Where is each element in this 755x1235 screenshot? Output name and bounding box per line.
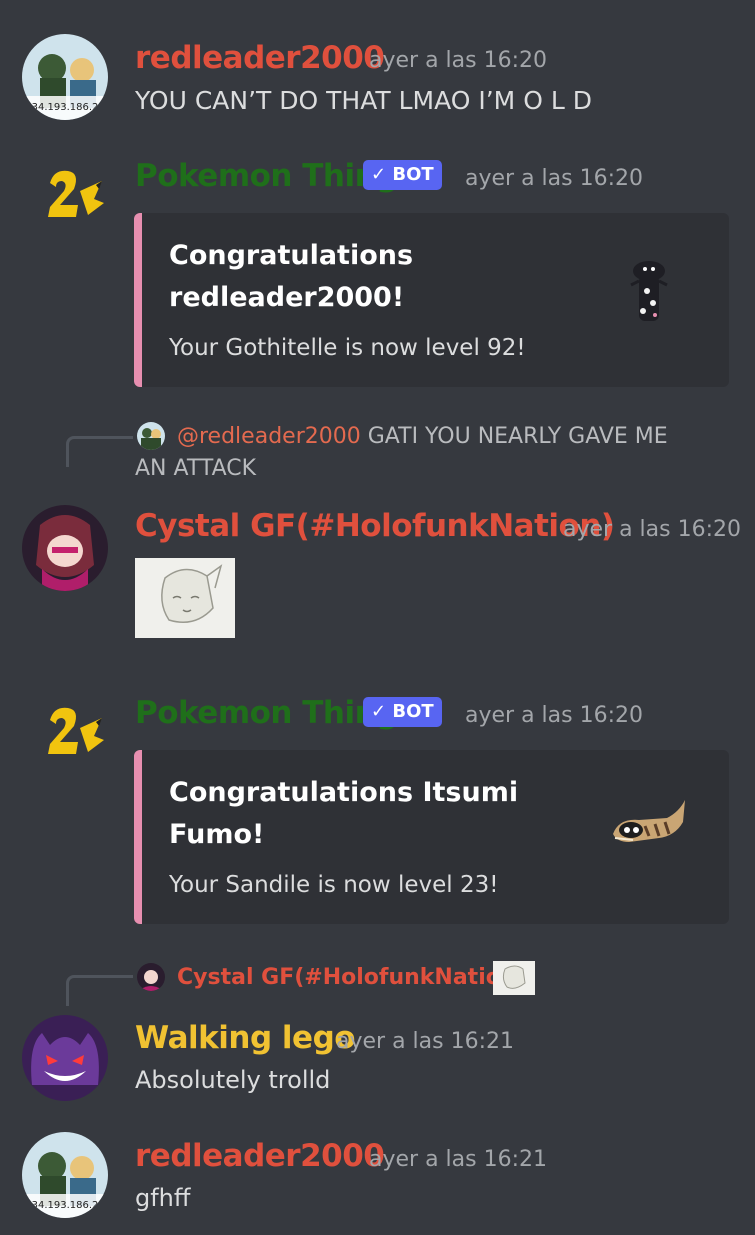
reply-avatar-image bbox=[137, 963, 165, 991]
embed-title: Congratulations redleader2000! bbox=[169, 240, 414, 313]
reply-text: GATI YOU NEARLY GAVE ME bbox=[367, 424, 668, 449]
reply-avatar bbox=[137, 963, 165, 991]
sandile-sprite bbox=[613, 800, 685, 842]
avatar-cystal[interactable] bbox=[22, 505, 108, 591]
embed-description: Your Sandile is now level 23! bbox=[169, 872, 499, 898]
message-text: YOU CAN’T DO THAT LMAO I’M O L D bbox=[135, 86, 592, 115]
avatar-image: 34.193.186.2 bbox=[22, 34, 108, 120]
embed-accent-bar bbox=[134, 750, 142, 924]
timestamp: ayer a las 16:20 bbox=[465, 166, 643, 191]
reply-connector bbox=[66, 436, 133, 467]
timestamp: ayer a las 16:21 bbox=[336, 1029, 514, 1054]
timestamp: ayer a las 16:20 bbox=[563, 517, 741, 542]
pikachu-2-icon bbox=[48, 707, 104, 754]
embed-accent-bar bbox=[134, 213, 142, 387]
gengar-avatar-image bbox=[22, 1015, 108, 1101]
author-name[interactable]: Cystal GF(#HolofunkNation) bbox=[135, 508, 615, 544]
reply-avatar-image bbox=[137, 422, 165, 450]
bot-avatar[interactable] bbox=[44, 700, 108, 764]
avatar-image bbox=[22, 505, 108, 591]
embed-description: Your Gothitelle is now level 92! bbox=[169, 335, 526, 361]
reply-avatar bbox=[137, 422, 165, 450]
message-text: gfhff bbox=[135, 1184, 191, 1212]
timestamp: ayer a las 16:20 bbox=[465, 703, 643, 728]
reply-connector bbox=[66, 975, 133, 1006]
avatar-image: 34.193.186.2 bbox=[22, 1132, 108, 1218]
message-text: Absolutely trolld bbox=[135, 1066, 331, 1094]
timestamp: ayer a las 16:21 bbox=[369, 1147, 547, 1172]
avatar-caption: 34.193.186.2 bbox=[32, 102, 99, 113]
embed-title: Congratulations Itsumi Fumo! bbox=[169, 777, 519, 850]
sketch-image bbox=[135, 558, 235, 638]
reply-preview[interactable]: @redleader2000 GATI YOU NEARLY GAVE ME bbox=[177, 424, 668, 449]
sketch-thumbnail bbox=[502, 965, 526, 989]
sandile-thumbnail[interactable] bbox=[609, 788, 689, 868]
reply-mention[interactable]: @redleader2000 bbox=[177, 424, 361, 449]
avatar-walking-lego[interactable] bbox=[22, 1015, 108, 1101]
author-name[interactable]: Pokemon Thing bbox=[135, 158, 398, 194]
verified-check-icon: ✓ bbox=[371, 164, 387, 185]
pikachu-2-icon bbox=[48, 170, 104, 217]
author-name[interactable]: Walking lego bbox=[135, 1020, 356, 1056]
author-name[interactable]: Pokemon Thing bbox=[135, 695, 398, 731]
avatar-redleader2000[interactable]: 34.193.186.2 bbox=[22, 34, 108, 120]
image-attachment[interactable] bbox=[135, 558, 235, 638]
bot-avatar[interactable] bbox=[44, 163, 108, 227]
author-name[interactable]: redleader2000 bbox=[135, 1138, 385, 1174]
reply-image-icon[interactable] bbox=[493, 961, 535, 995]
avatar-caption: 34.193.186.2 bbox=[32, 1200, 99, 1211]
level-up-embed: Congratulations Itsumi Fumo! Your Sandil… bbox=[134, 750, 729, 924]
reply-text-continued: AN ATTACK bbox=[135, 456, 257, 481]
timestamp: ayer a las 16:20 bbox=[369, 48, 547, 73]
gothitelle-sprite bbox=[630, 261, 668, 321]
avatar-redleader2000[interactable]: 34.193.186.2 bbox=[22, 1132, 108, 1218]
bot-badge: ✓ BOT bbox=[363, 697, 442, 727]
bot-badge-label: BOT bbox=[392, 164, 434, 185]
reply-author[interactable]: Cystal GF(#HolofunkNation) bbox=[177, 965, 527, 990]
verified-check-icon: ✓ bbox=[371, 701, 387, 722]
author-name[interactable]: redleader2000 bbox=[135, 40, 385, 76]
level-up-embed: Congratulations redleader2000! Your Goth… bbox=[134, 213, 729, 387]
gothitelle-thumbnail[interactable] bbox=[609, 251, 689, 331]
bot-badge-label: BOT bbox=[392, 701, 434, 722]
bot-badge: ✓ BOT bbox=[363, 160, 442, 190]
